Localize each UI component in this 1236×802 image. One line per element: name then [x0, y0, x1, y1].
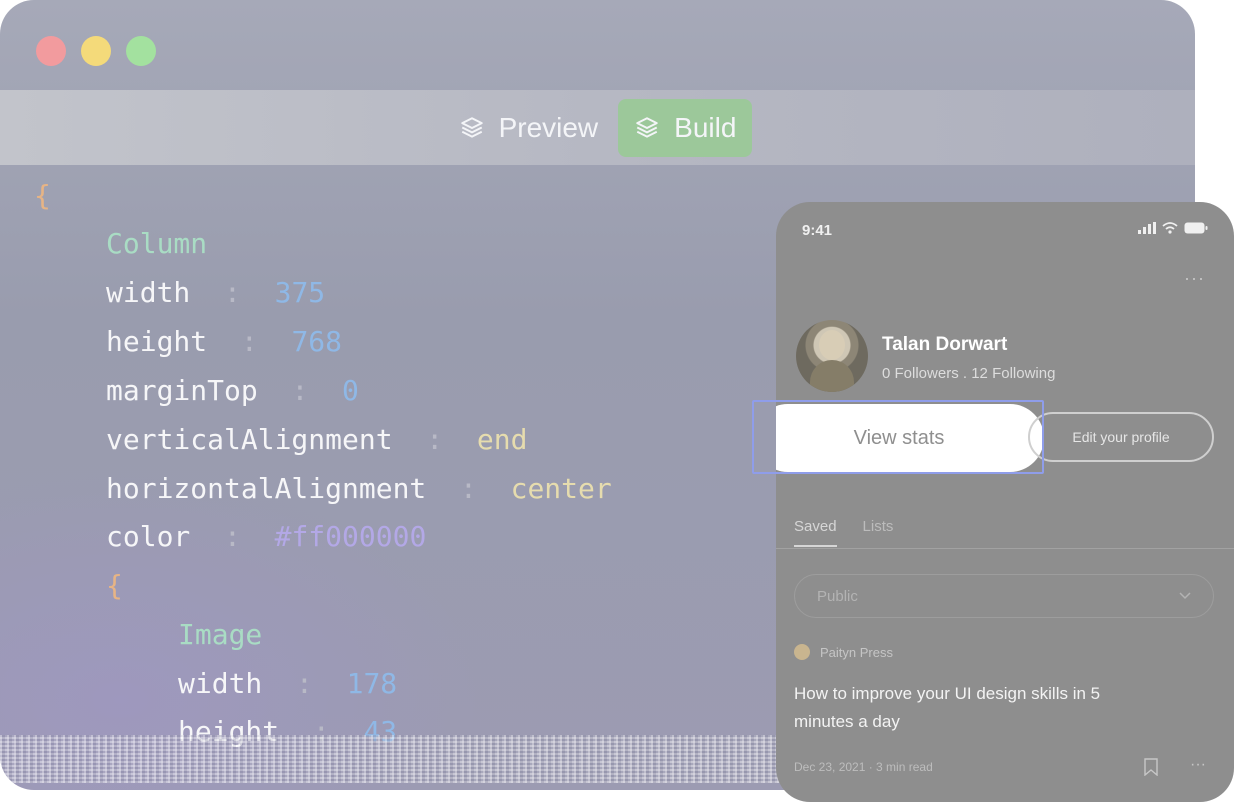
property-separator: :	[240, 325, 258, 358]
property-value: 375	[274, 276, 326, 309]
property-separator: :	[291, 374, 309, 407]
fade-noise	[0, 735, 780, 783]
tab-preview[interactable]: Preview	[443, 99, 615, 157]
avatar[interactable]	[796, 320, 868, 392]
code-inner-brace: {	[106, 569, 123, 602]
tabs-divider	[776, 548, 1234, 549]
publication-name: Paityn Press	[820, 644, 893, 660]
article-meta: Dec 23, 2021 · 3 min read	[794, 760, 933, 774]
followers-count[interactable]: 0 Followers	[882, 365, 959, 382]
chevron-down-icon	[1179, 592, 1191, 600]
signal-icon	[1138, 222, 1156, 234]
article-title[interactable]: How to improve your UI design skills in …	[794, 680, 1124, 736]
tab-preview-label: Preview	[498, 111, 599, 143]
profile-name: Talan Dorwart	[882, 334, 1008, 355]
publication-row[interactable]: Paityn Press	[794, 644, 893, 660]
property-value: center	[510, 472, 612, 505]
zoom-window-button[interactable]	[126, 36, 156, 66]
property-value: 768	[291, 325, 343, 358]
code-property-line: verticalAlignment : end	[106, 416, 527, 464]
property-value: 0	[342, 374, 359, 407]
property-key: height	[106, 325, 208, 358]
wifi-icon	[1162, 222, 1178, 234]
edit-profile-button[interactable]: Edit your profile	[1028, 412, 1214, 462]
tab-lists[interactable]: Lists	[863, 518, 894, 535]
property-separator: :	[296, 667, 313, 700]
tab-saved[interactable]: Saved	[794, 518, 837, 547]
close-window-button[interactable]	[36, 36, 66, 66]
property-key: marginTop	[106, 374, 258, 407]
profile-follow-stats: 0 Followers . 12 Following	[882, 365, 1055, 382]
code-property-line: horizontalAlignment : center	[106, 465, 612, 513]
property-separator: :	[460, 472, 477, 505]
layers-icon	[636, 116, 658, 138]
phone-preview: 9:41 ··· Talan Dorwart 0 Followers . 12 …	[776, 202, 1234, 802]
layers-icon	[460, 116, 483, 138]
status-time: 9:41	[802, 222, 833, 239]
property-value: 178	[346, 667, 398, 700]
property-key: verticalAlignment	[106, 423, 393, 456]
minimize-window-button[interactable]	[81, 36, 111, 66]
code-component-name: Column	[106, 227, 208, 260]
code-open-brace: {	[34, 179, 51, 212]
window-controls	[36, 36, 156, 66]
publication-logo	[794, 644, 810, 660]
avatar-head	[819, 330, 845, 360]
follow-separator: .	[962, 365, 968, 382]
profile-tabs: Saved Lists	[794, 518, 894, 547]
code-property-line: height : 768	[106, 318, 342, 366]
avatar-body	[810, 360, 854, 392]
more-options-icon[interactable]: ···	[1184, 268, 1205, 289]
property-key: width	[106, 276, 191, 309]
battery-icon	[1184, 222, 1208, 234]
selection-highlight	[752, 400, 1044, 474]
mode-toolbar: Preview Build	[0, 90, 1195, 165]
status-icons	[1138, 222, 1208, 234]
code-property-line: width : 375	[106, 269, 325, 317]
code-property-line: marginTop : 0	[106, 367, 359, 415]
property-key: width	[178, 667, 263, 700]
property-key: horizontalAlignment	[106, 472, 427, 505]
code-child-component: Image	[178, 618, 263, 651]
property-separator: :	[426, 423, 444, 456]
tab-build-label: Build	[674, 111, 737, 143]
visibility-select[interactable]: Public	[794, 574, 1214, 618]
article-more-icon[interactable]: ···	[1190, 756, 1206, 774]
tab-build[interactable]: Build	[618, 98, 753, 157]
bookmark-icon[interactable]	[1144, 758, 1158, 776]
property-key: color	[106, 520, 191, 553]
property-value: end	[476, 423, 528, 456]
property-value: #ff000000	[274, 520, 427, 553]
following-count[interactable]: 12 Following	[971, 365, 1055, 382]
property-separator: :	[224, 520, 241, 553]
property-separator: :	[224, 276, 241, 309]
code-property-line: color : #ff000000	[106, 513, 426, 561]
code-property-line: width : 178	[178, 660, 397, 708]
visibility-select-value: Public	[817, 587, 858, 605]
